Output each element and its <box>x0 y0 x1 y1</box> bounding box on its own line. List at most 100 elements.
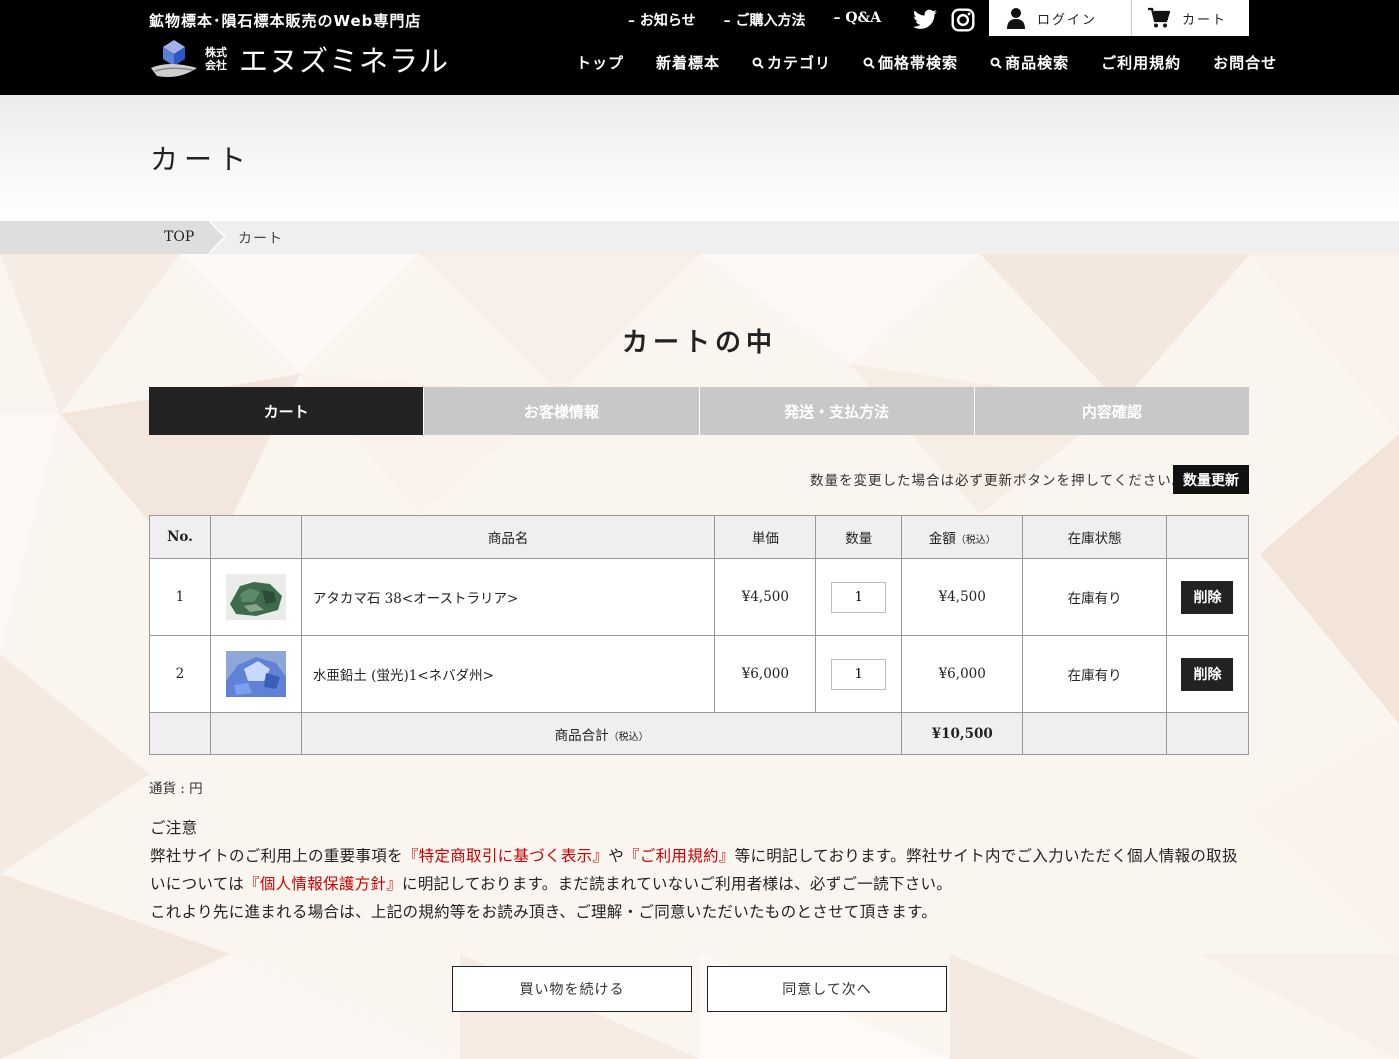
notice-text-d: に明記しております。まだ読まれていないご利用者様は、必ずご一読下さい。 <box>402 875 953 893</box>
account-box: ログイン カート <box>989 0 1249 36</box>
row-product-name[interactable]: 水亜鉛土 (蛍光)1<ネバダ州> <box>300 635 716 713</box>
login-link[interactable]: ログイン <box>989 0 1132 36</box>
top-links: – お知らせ – ご購入方法 – Q&A <box>628 10 881 30</box>
instagram-icon[interactable] <box>950 7 976 33</box>
link-tokusho[interactable]: 『特定商取引に基づく表示』 <box>403 847 608 865</box>
row-action-cell: 削除 <box>1165 558 1250 636</box>
nav-price-search[interactable]: 価格帯検索 <box>863 52 958 73</box>
link-privacy-policy[interactable]: 『個人情報保護方針』 <box>244 875 402 893</box>
col-header-name: 商品名 <box>300 515 716 559</box>
notice-heading: ご注意 <box>150 819 198 837</box>
search-icon <box>752 57 764 69</box>
nav-price-search-label: 価格帯検索 <box>878 54 959 72</box>
delete-button[interactable]: 削除 <box>1181 580 1234 614</box>
nav-top[interactable]: トップ <box>576 52 624 73</box>
amount-label: 金額 <box>928 531 956 547</box>
row-no: 1 <box>149 558 211 636</box>
subtotal-empty-4 <box>1165 712 1250 755</box>
top-link-how-to-buy[interactable]: – ご購入方法 <box>724 10 806 30</box>
nav-category[interactable]: カテゴリ <box>752 52 831 73</box>
search-icon <box>863 57 875 69</box>
nav-product-search[interactable]: 商品検索 <box>990 52 1069 73</box>
subtotal-label: 商品合計 <box>554 727 609 744</box>
row-stock: 在庫有り <box>1022 558 1167 636</box>
col-header-qty: 数量 <box>815 515 903 559</box>
nav-top-label: トップ <box>576 54 625 72</box>
table-row: 2 水亜鉛土 (蛍光)1<ネバダ州> ¥6,000 ¥6,000 在庫有り 削除 <box>149 635 1250 713</box>
delete-button[interactable]: 削除 <box>1181 657 1234 691</box>
cart-icon <box>1148 7 1170 28</box>
page-title: カート <box>150 143 253 176</box>
subtotal-tax-note: （税込） <box>608 731 649 743</box>
update-note: 数量を変更した場合は必ず更新ボタンを押してください。 <box>810 473 1187 489</box>
col-header-stock: 在庫状態 <box>1022 515 1167 559</box>
user-icon <box>1007 8 1025 29</box>
nav-terms[interactable]: ご利用規約 <box>1101 52 1181 73</box>
subtotal-row: 商品合計（税込） ¥10,500 <box>149 712 1250 755</box>
checkout-steps: カート お客様情報 発送・支払方法 内容確認 <box>149 387 1249 435</box>
nav-terms-label: ご利用規約 <box>1101 54 1182 72</box>
subtotal-label-cell: 商品合計（税込） <box>300 712 903 755</box>
logo-company-name: エヌズミネラル <box>239 44 450 78</box>
notice-paragraph-1: 弊社サイトのご利用上の重要事項を『特定商取引に基づく表示』や『ご利用規約』等に明… <box>150 842 1250 898</box>
breadcrumb: TOP カート <box>0 221 1399 254</box>
row-product-name[interactable]: アタカマ石 38<オーストラリア> <box>300 558 716 636</box>
site-logo[interactable]: 株式会社 エヌズミネラル <box>149 38 449 80</box>
nav-contact-label: お問合せ <box>1213 54 1278 72</box>
agree-next-button[interactable]: 同意して次へ <box>707 966 947 1012</box>
step-confirm: 内容確認 <box>973 387 1249 435</box>
cart-link[interactable]: カート <box>1132 0 1249 36</box>
sns-links <box>912 7 976 33</box>
cart-label: カート <box>1182 12 1228 28</box>
cart-table: No. 商品名 単価 数量 金額（税込） 在庫状態 1 アタカマ石 38<オース… <box>149 515 1250 755</box>
nav-new-arrivals[interactable]: 新着標本 <box>656 52 720 73</box>
product-thumbnail[interactable] <box>225 574 286 620</box>
row-qty-cell <box>815 635 903 713</box>
amount-tax-note: （税込） <box>955 535 996 546</box>
continue-shopping-button[interactable]: 買い物を続ける <box>452 966 692 1012</box>
top-link-news[interactable]: – お知らせ <box>628 10 696 30</box>
subtotal-empty-2 <box>209 712 302 755</box>
nav-category-label: カテゴリ <box>767 54 832 72</box>
currency-note: 通貨 : 円 <box>149 781 203 797</box>
subtotal-value: ¥10,500 <box>901 712 1024 755</box>
nav-contact[interactable]: お問合せ <box>1213 52 1277 73</box>
step-shipping-payment: 発送・支払方法 <box>698 387 974 435</box>
step-customer-info: お客様情報 <box>423 387 699 435</box>
breadcrumb-separator <box>208 221 224 253</box>
step-cart: カート <box>149 387 424 435</box>
twitter-icon[interactable] <box>912 7 938 33</box>
col-header-action <box>1165 515 1250 559</box>
login-label: ログイン <box>1037 12 1098 28</box>
table-header-row: No. 商品名 単価 数量 金額（税込） 在庫状態 <box>149 515 1250 559</box>
col-header-unit-price: 単価 <box>714 515 817 559</box>
notice-paragraph-2: これより先に進まれる場合は、上記の規約等をお読み頂き、ご理解・ご同意いただいたも… <box>150 903 938 921</box>
col-header-image <box>209 515 302 559</box>
subtotal-empty-3 <box>1022 712 1167 755</box>
row-thumbnail-cell <box>209 558 302 636</box>
product-thumbnail[interactable] <box>225 651 286 697</box>
breadcrumb-top-link[interactable]: TOP <box>164 229 194 245</box>
quantity-input[interactable] <box>831 658 887 690</box>
row-unit-price: ¥6,000 <box>714 635 817 713</box>
main-nav: トップ 新着標本 カテゴリ 価格帯検索 商品検索 ご利用規約 お問合せ <box>576 52 1277 73</box>
update-quantity-button[interactable]: 数量更新 <box>1173 465 1249 494</box>
notice-section: ご注意 弊社サイトのご利用上の重要事項を『特定商取引に基づく表示』や『ご利用規約… <box>150 814 1250 926</box>
nav-product-search-label: 商品検索 <box>1005 54 1070 72</box>
row-stock: 在庫有り <box>1022 635 1167 713</box>
logo-kabushiki: 株式会社 <box>205 46 227 72</box>
nav-new-arrivals-label: 新着標本 <box>656 54 721 72</box>
quantity-input[interactable] <box>831 581 887 613</box>
notice-text-a: 弊社サイトのご利用上の重要事項を <box>150 847 403 865</box>
row-no: 2 <box>149 635 211 713</box>
logo-mark-icon <box>151 40 197 77</box>
link-terms[interactable]: 『ご利用規約』 <box>624 847 735 865</box>
search-icon <box>990 57 1002 69</box>
row-amount: ¥4,500 <box>901 558 1024 636</box>
row-action-cell: 削除 <box>1165 635 1250 713</box>
row-unit-price: ¥4,500 <box>714 558 817 636</box>
row-qty-cell <box>815 558 903 636</box>
top-link-qa[interactable]: – Q&A <box>833 10 881 30</box>
action-buttons: 買い物を続ける 同意して次へ <box>452 966 947 1012</box>
row-amount: ¥6,000 <box>901 635 1024 713</box>
